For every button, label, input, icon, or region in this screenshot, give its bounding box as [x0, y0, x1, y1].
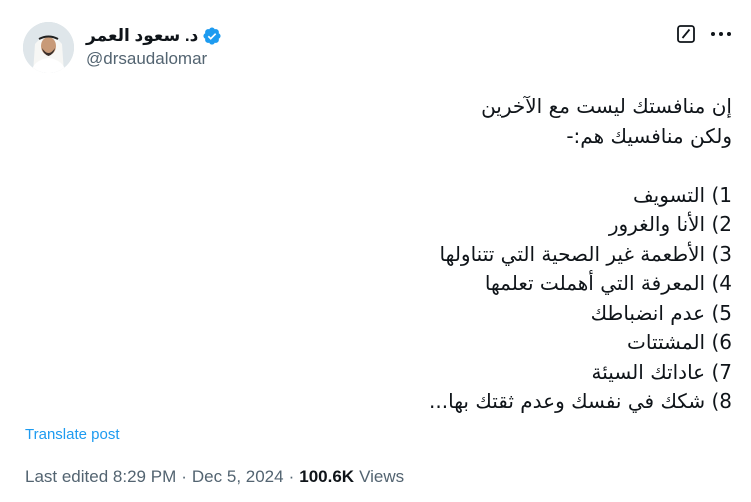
views-count[interactable]: 100.6K: [299, 467, 354, 487]
post-text: إن منافستك ليست مع الآخرين ولكن منافسيك …: [42, 92, 732, 417]
post-line: إن منافستك ليست مع الآخرين: [481, 94, 732, 118]
post-line: 3) الأطعمة غير الصحية التي تتناولها: [439, 241, 732, 266]
separator-dot: ·: [288, 467, 295, 486]
post-metadata: Last edited 8:29 PM · Dec 5, 2024 · 100.…: [25, 467, 404, 487]
post-line: 4) المعرفة التي أهملت تعلمها: [484, 271, 732, 295]
grok-button[interactable]: [674, 22, 698, 46]
grok-icon: [677, 25, 695, 43]
post-line: 2) الأنا والغرور: [608, 212, 732, 236]
post-time[interactable]: 8:29 PM: [113, 467, 176, 487]
post-line: 6) المشتتات: [627, 330, 732, 354]
post-date[interactable]: Dec 5, 2024: [192, 467, 284, 487]
post-line: 1) التسويف: [632, 182, 732, 207]
avatar-photo: [23, 22, 74, 73]
post-line: 8) شكك في نفسك وعدم ثقتك بها...: [429, 389, 732, 413]
post-line: 7) عاداتك السيئة: [591, 359, 732, 384]
verified-badge-icon[interactable]: [202, 26, 222, 46]
post-line: 5) عدم انضباطك: [590, 300, 732, 325]
post-line-blank: [42, 151, 732, 181]
edited-label[interactable]: Last edited: [25, 467, 108, 487]
author-display-name[interactable]: د. سعود العمر: [86, 26, 198, 46]
author-name-row: د. سعود العمر: [86, 24, 222, 48]
post-line: ولكن منافسيك هم:-: [566, 123, 732, 148]
views-label: Views: [359, 467, 405, 486]
translate-post-link[interactable]: Translate post: [25, 426, 120, 443]
avatar[interactable]: [23, 22, 74, 73]
more-options-button[interactable]: [707, 22, 735, 46]
more-horizontal-icon: [711, 32, 731, 36]
post-container: د. سعود العمر @drsaudalomar إن منافستك ل…: [0, 0, 751, 502]
separator-dot: ·: [181, 467, 187, 486]
author-handle[interactable]: @drsaudalomar: [86, 49, 207, 69]
